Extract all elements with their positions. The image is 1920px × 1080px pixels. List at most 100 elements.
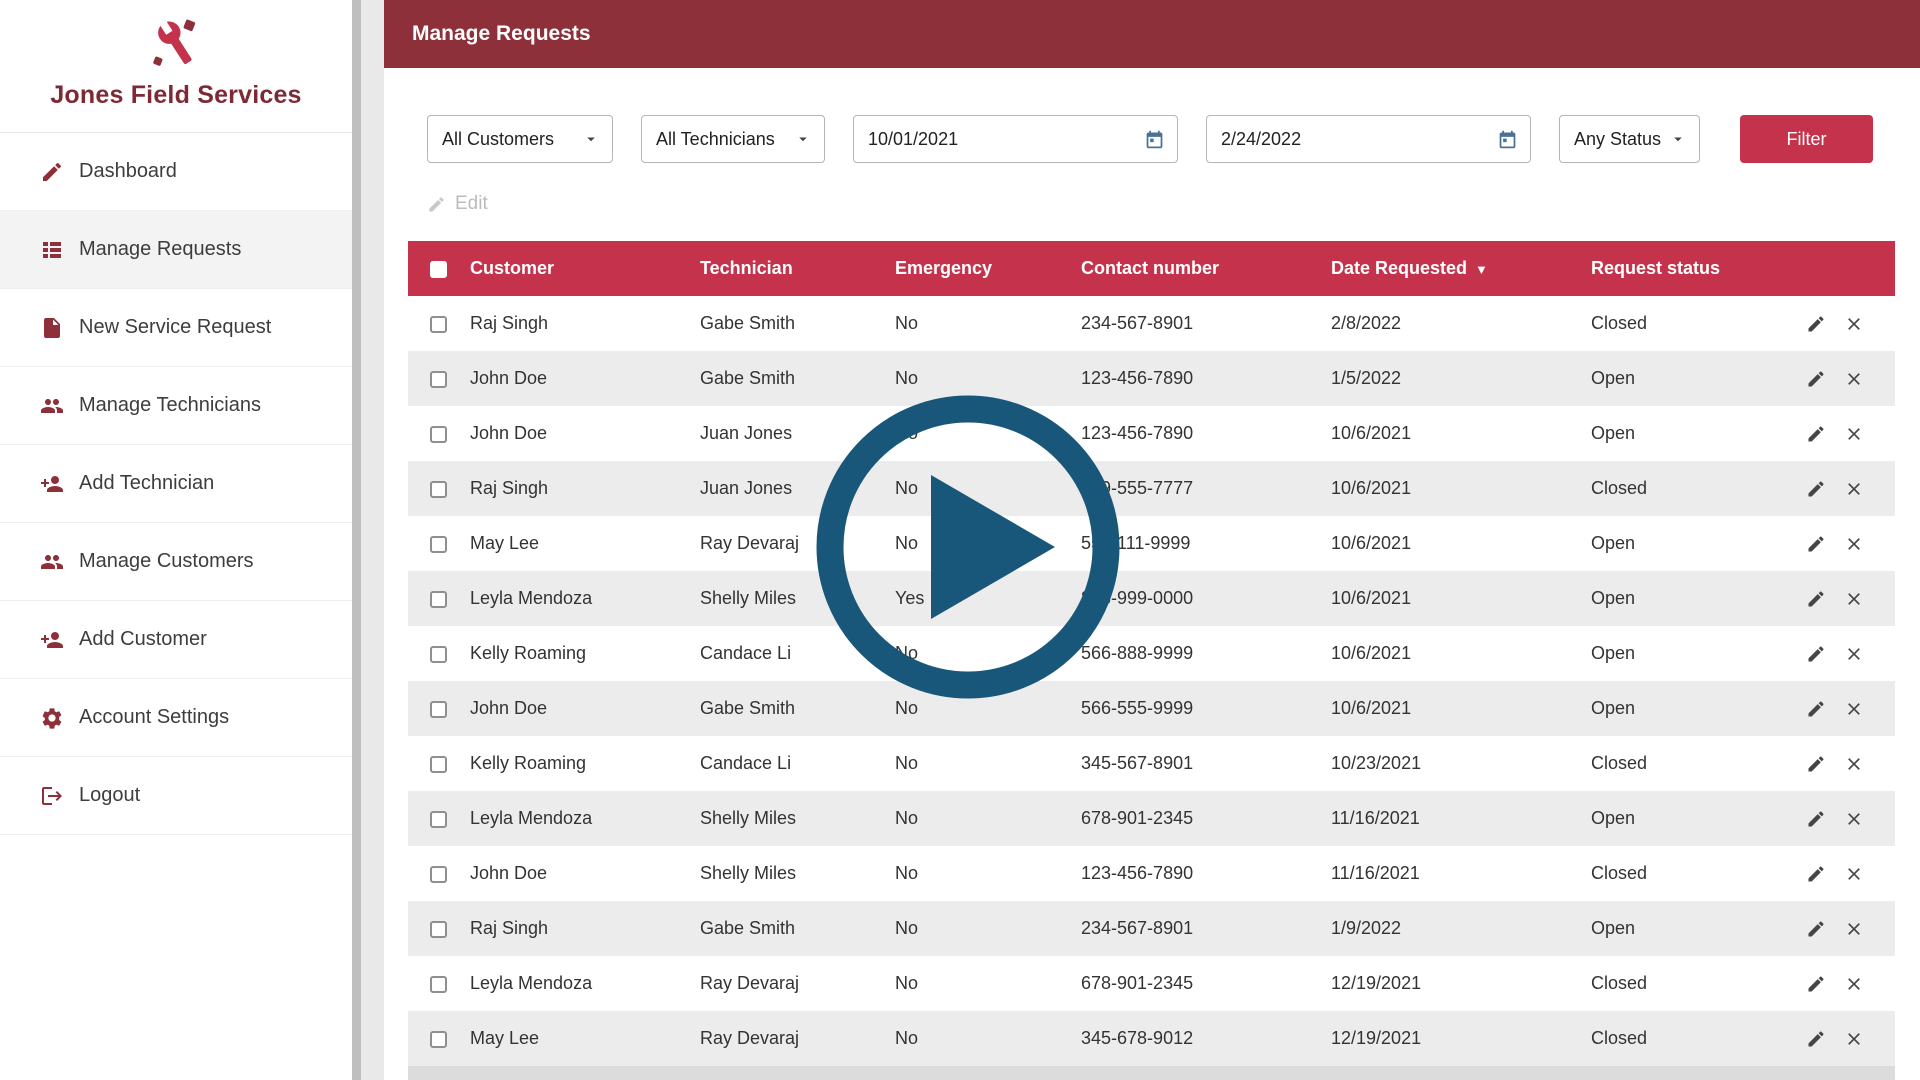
delete-row-icon[interactable]: [1844, 1028, 1864, 1049]
delete-row-icon[interactable]: [1844, 368, 1864, 389]
date-from-input[interactable]: 10/01/2021: [853, 115, 1178, 163]
cell-request-status: Closed: [1591, 736, 1806, 791]
cell-checkbox: [408, 461, 470, 516]
date-to-input[interactable]: 2/24/2022: [1206, 115, 1531, 163]
cell-request-status: Open: [1591, 901, 1806, 956]
cell-emergency: No: [895, 956, 1081, 1011]
row-checkbox[interactable]: [429, 810, 447, 828]
sidebar-item-add-technician[interactable]: Add Technician: [0, 445, 352, 523]
technician-filter-select[interactable]: All Technicians: [641, 115, 825, 163]
row-checkbox[interactable]: [429, 315, 447, 333]
delete-row-icon[interactable]: [1844, 973, 1864, 994]
row-checkbox[interactable]: [429, 645, 447, 663]
delete-row-icon[interactable]: [1844, 863, 1864, 884]
cell-date-requested: 10/23/2021: [1331, 736, 1591, 791]
edit-row-icon[interactable]: [1806, 753, 1826, 774]
sidebar-item-account-settings[interactable]: Account Settings: [0, 679, 352, 757]
delete-row-icon[interactable]: [1844, 478, 1864, 499]
delete-row-icon[interactable]: [1844, 753, 1864, 774]
sidebar-item-manage-technicians[interactable]: Manage Technicians: [0, 367, 352, 445]
row-checkbox[interactable]: [429, 425, 447, 443]
pencil-icon: [429, 196, 444, 212]
cell-actions: [1806, 681, 1895, 736]
cell-customer: John Doe: [470, 681, 700, 736]
edit-row-icon[interactable]: [1806, 478, 1826, 499]
delete-row-icon[interactable]: [1844, 533, 1864, 554]
table-row: May Lee Ray Devaraj No 345-678-9012 12/1…: [408, 1011, 1895, 1066]
calendar-icon[interactable]: [1497, 129, 1518, 150]
column-header-technician[interactable]: Technician: [700, 241, 895, 296]
column-header-date[interactable]: Date Requested ▼: [1331, 241, 1591, 296]
edit-row-icon[interactable]: [1806, 313, 1826, 334]
gear-icon: [40, 706, 64, 730]
column-header-actions: [1806, 241, 1895, 296]
row-checkbox[interactable]: [429, 535, 447, 553]
row-checkbox[interactable]: [429, 975, 447, 993]
sidebar-item-add-customer[interactable]: Add Customer: [0, 601, 352, 679]
row-checkbox[interactable]: [429, 700, 447, 718]
sidebar-item-logout[interactable]: Logout: [0, 757, 352, 835]
edit-row-icon[interactable]: [1806, 588, 1826, 609]
filter-button[interactable]: Filter: [1740, 115, 1873, 163]
page-title: Manage Requests: [412, 22, 591, 45]
edit-row-icon[interactable]: [1806, 643, 1826, 664]
cell-customer: Leyla Mendoza: [470, 956, 700, 1011]
cell-date-requested: 11/16/2021: [1331, 846, 1591, 901]
cell-checkbox: [408, 1011, 470, 1066]
edit-button[interactable]: Edit: [427, 193, 488, 215]
delete-row-icon[interactable]: [1844, 698, 1864, 719]
select-all-checkbox[interactable]: [429, 260, 447, 278]
cell-request-status: Open: [1591, 681, 1806, 736]
row-checkbox[interactable]: [429, 1030, 447, 1048]
sidebar-item-dashboard[interactable]: Dashboard: [0, 133, 352, 211]
column-header-emergency[interactable]: Emergency: [895, 241, 1081, 296]
cell-checkbox: [408, 956, 470, 1011]
sidebar-item-label: Dashboard: [79, 160, 177, 182]
sidebar-item-manage-customers[interactable]: Manage Customers: [0, 523, 352, 601]
select-all-cell: [408, 241, 470, 296]
calendar-icon[interactable]: [1144, 129, 1165, 150]
row-checkbox[interactable]: [429, 370, 447, 388]
cell-actions: [1806, 846, 1895, 901]
row-checkbox[interactable]: [429, 865, 447, 883]
table-row: Raj Singh Gabe Smith No 234-567-8901 2/8…: [408, 296, 1895, 351]
cell-actions: [1806, 1011, 1895, 1066]
status-filter-select[interactable]: Any Status: [1559, 115, 1700, 163]
table-row: Leyla Mendoza Shelly Miles Yes 888-999-0…: [408, 571, 1895, 626]
cell-checkbox: [408, 296, 470, 351]
table-row: Kelly Roaming Candace Li No 566-888-9999…: [408, 626, 1895, 681]
sidebar-scrollbar[interactable]: [352, 0, 384, 1080]
technician-filter-value: All Technicians: [656, 128, 775, 149]
sidebar-nav: Dashboard Manage Requests New Service Re…: [0, 133, 352, 835]
column-header-contact[interactable]: Contact number: [1081, 241, 1331, 296]
row-checkbox[interactable]: [429, 755, 447, 773]
cell-request-status: Closed: [1591, 846, 1806, 901]
edit-row-icon[interactable]: [1806, 973, 1826, 994]
delete-row-icon[interactable]: [1844, 313, 1864, 334]
video-play-button[interactable]: [803, 382, 1133, 712]
delete-row-icon[interactable]: [1844, 808, 1864, 829]
customer-filter-select[interactable]: All Customers: [427, 115, 613, 163]
delete-row-icon[interactable]: [1844, 918, 1864, 939]
row-checkbox[interactable]: [429, 480, 447, 498]
sidebar-item-new-service-request[interactable]: New Service Request: [0, 289, 352, 367]
sidebar-item-manage-requests[interactable]: Manage Requests: [0, 211, 352, 289]
edit-row-icon[interactable]: [1806, 423, 1826, 444]
row-checkbox[interactable]: [429, 590, 447, 608]
column-header-status[interactable]: Request status: [1591, 241, 1806, 296]
edit-row-icon[interactable]: [1806, 863, 1826, 884]
delete-row-icon[interactable]: [1844, 423, 1864, 444]
edit-row-icon[interactable]: [1806, 918, 1826, 939]
row-checkbox[interactable]: [429, 920, 447, 938]
edit-row-icon[interactable]: [1806, 808, 1826, 829]
column-header-customer[interactable]: Customer: [470, 241, 700, 296]
edit-row-icon[interactable]: [1806, 533, 1826, 554]
cell-date-requested: 11/16/2021: [1331, 791, 1591, 846]
delete-row-icon[interactable]: [1844, 643, 1864, 664]
edit-row-icon[interactable]: [1806, 1028, 1826, 1049]
edit-row-icon[interactable]: [1806, 698, 1826, 719]
cell-customer: John Doe: [470, 406, 700, 461]
delete-row-icon[interactable]: [1844, 588, 1864, 609]
edit-row-icon[interactable]: [1806, 368, 1826, 389]
cell-request-status: Open: [1591, 516, 1806, 571]
